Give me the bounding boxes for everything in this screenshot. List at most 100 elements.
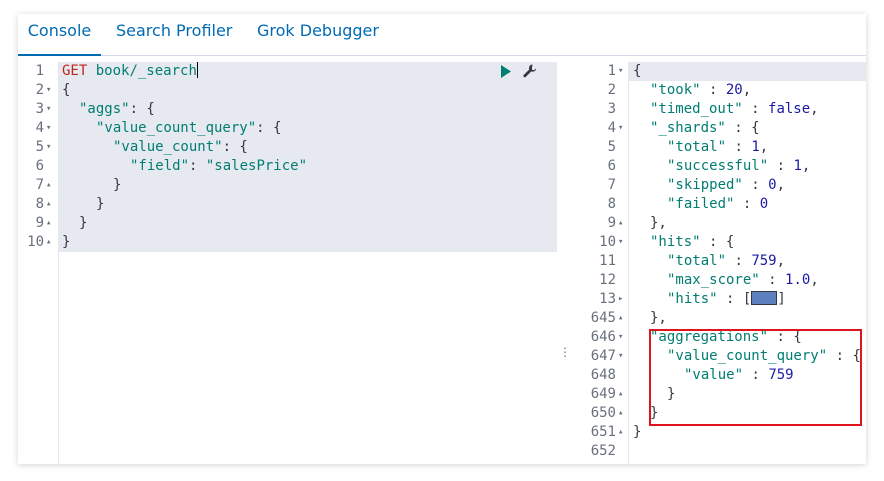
response-line: 4 ▾ "_shards" : { bbox=[571, 119, 866, 138]
line-number: 7 bbox=[607, 177, 616, 193]
fold-toggle-icon[interactable]: ▾ bbox=[46, 119, 51, 138]
line-number: 9 bbox=[35, 215, 44, 231]
code-text: } bbox=[633, 424, 642, 440]
line-number: 3 bbox=[35, 101, 44, 117]
fold-toggle-icon[interactable]: ▸ bbox=[618, 290, 623, 309]
line-number: 4 bbox=[607, 120, 616, 136]
tab-search-profiler[interactable]: Search Profiler bbox=[116, 14, 232, 54]
code-punct: : bbox=[742, 101, 769, 117]
line-number: 12 bbox=[599, 272, 616, 288]
request-line[interactable]: 3 ▾ "aggs": { bbox=[18, 100, 557, 119]
play-icon[interactable] bbox=[500, 65, 513, 78]
line-number: 3 bbox=[607, 101, 616, 117]
tab-console[interactable]: Console bbox=[18, 14, 101, 56]
fold-toggle-icon[interactable]: ▾ bbox=[46, 138, 51, 157]
code-punct: : bbox=[726, 139, 752, 155]
json-key: "total" bbox=[667, 139, 727, 155]
code-punct: : bbox=[725, 120, 752, 136]
response-line: 7 "skipped" : 0, bbox=[571, 176, 866, 195]
line-number: 651 bbox=[590, 424, 616, 440]
json-number: 0 bbox=[768, 177, 777, 193]
line-number: 5 bbox=[607, 139, 616, 155]
fold-toggle-icon[interactable]: ▾ bbox=[46, 81, 51, 100]
fold-toggle-icon[interactable]: ▾ bbox=[618, 328, 623, 347]
json-key: "failed" bbox=[667, 196, 735, 212]
line-number: 652 bbox=[590, 443, 616, 459]
json-string: "salesPrice" bbox=[205, 158, 308, 174]
json-key: "successful" bbox=[667, 158, 769, 174]
line-number: 2 bbox=[607, 82, 616, 98]
request-method: GET bbox=[62, 63, 88, 79]
code-punct: : { bbox=[129, 101, 155, 117]
fold-toggle-icon[interactable]: ▴ bbox=[46, 214, 51, 233]
line-number: 649 bbox=[590, 386, 616, 402]
tab-grok-debugger[interactable]: Grok Debugger bbox=[257, 14, 379, 54]
code-text: { bbox=[62, 82, 71, 98]
request-line[interactable]: 6 "field": "salesPrice" bbox=[18, 157, 557, 176]
wrench-icon[interactable] bbox=[523, 64, 537, 78]
json-boolean: false bbox=[768, 101, 811, 117]
code-punct: : bbox=[742, 177, 769, 193]
fold-toggle-icon[interactable]: ▴ bbox=[618, 385, 623, 404]
line-number: 2 bbox=[35, 82, 44, 98]
line-number: 4 bbox=[35, 120, 44, 136]
fold-toggle-icon[interactable]: ▾ bbox=[618, 233, 623, 252]
fold-toggle-icon[interactable]: ▴ bbox=[46, 195, 51, 214]
json-number: 1 bbox=[751, 139, 760, 155]
json-key: "hits" bbox=[650, 234, 701, 250]
fold-toggle-icon[interactable]: ▴ bbox=[618, 404, 623, 423]
console-window: Console Search Profiler Grok Debugger 1 … bbox=[18, 14, 866, 464]
fold-toggle-icon[interactable]: ▴ bbox=[618, 309, 623, 328]
pane-resize-handle[interactable]: ⋮ bbox=[559, 344, 571, 360]
code-punct: : bbox=[768, 158, 794, 174]
response-line: 6 "successful" : 1, bbox=[571, 157, 866, 176]
request-line[interactable]: 1 GET book/_search bbox=[18, 62, 557, 81]
fold-toggle-icon[interactable]: ▾ bbox=[618, 119, 623, 138]
fold-toggle-icon[interactable]: ▴ bbox=[46, 176, 51, 195]
request-line[interactable]: 8 ▴ } bbox=[18, 195, 557, 214]
code-punct: : bbox=[700, 82, 726, 98]
fold-toggle-icon[interactable]: ▾ bbox=[618, 62, 623, 81]
json-key: "max_score" bbox=[667, 272, 760, 288]
json-number: 20 bbox=[725, 82, 743, 98]
request-line[interactable]: 10 ▴ } bbox=[18, 233, 557, 252]
request-line[interactable]: 9 ▴ } bbox=[18, 214, 557, 233]
request-url: book/_search bbox=[95, 63, 197, 79]
response-line: 2 "took" : 20, bbox=[571, 81, 866, 100]
request-line[interactable]: 5 ▾ "value_count": { bbox=[18, 138, 557, 157]
fold-toggle-icon[interactable]: ▾ bbox=[46, 100, 51, 119]
request-line[interactable]: 4 ▾ "value_count_query": { bbox=[18, 119, 557, 138]
request-editor[interactable]: 1 GET book/_search 2 ▾ { 3 ▾ "aggs": { 4… bbox=[18, 62, 557, 464]
code-punct: , bbox=[810, 101, 819, 117]
json-key: "value_count" bbox=[113, 139, 223, 155]
json-number: 1.0 bbox=[785, 272, 811, 288]
line-number: 1 bbox=[607, 63, 616, 79]
response-line: 10 ▾ "hits" : { bbox=[571, 233, 866, 252]
collapsed-block-icon[interactable] bbox=[751, 291, 778, 305]
code-punct: : bbox=[717, 291, 743, 307]
fold-toggle-icon[interactable]: ▴ bbox=[46, 233, 51, 252]
json-key: "total" bbox=[667, 253, 727, 269]
response-line: 652 bbox=[571, 442, 866, 461]
text-cursor bbox=[196, 62, 198, 78]
response-line: 11 "total" : 759, bbox=[571, 252, 866, 271]
line-number: 8 bbox=[35, 196, 44, 212]
line-number: 6 bbox=[607, 158, 616, 174]
line-number: 646 bbox=[590, 329, 616, 345]
json-key: "field" bbox=[130, 158, 190, 174]
fold-toggle-icon[interactable]: ▴ bbox=[618, 214, 623, 233]
request-line[interactable]: 2 ▾ { bbox=[18, 81, 557, 100]
code-punct: : bbox=[700, 234, 726, 250]
fold-toggle-icon[interactable]: ▴ bbox=[618, 423, 623, 442]
code-punct: , bbox=[776, 177, 786, 193]
line-number: 7 bbox=[35, 177, 44, 193]
line-number: 8 bbox=[607, 196, 616, 212]
request-line[interactable]: 7 ▴ } bbox=[18, 176, 557, 195]
line-number: 10 bbox=[599, 234, 616, 250]
line-number: 650 bbox=[590, 405, 616, 421]
code-punct: : bbox=[189, 158, 206, 174]
aggregations-highlight-box bbox=[649, 329, 862, 426]
fold-toggle-icon[interactable]: ▾ bbox=[618, 347, 623, 366]
response-line: 5 "total" : 1, bbox=[571, 138, 866, 157]
line-number: 6 bbox=[35, 158, 44, 174]
